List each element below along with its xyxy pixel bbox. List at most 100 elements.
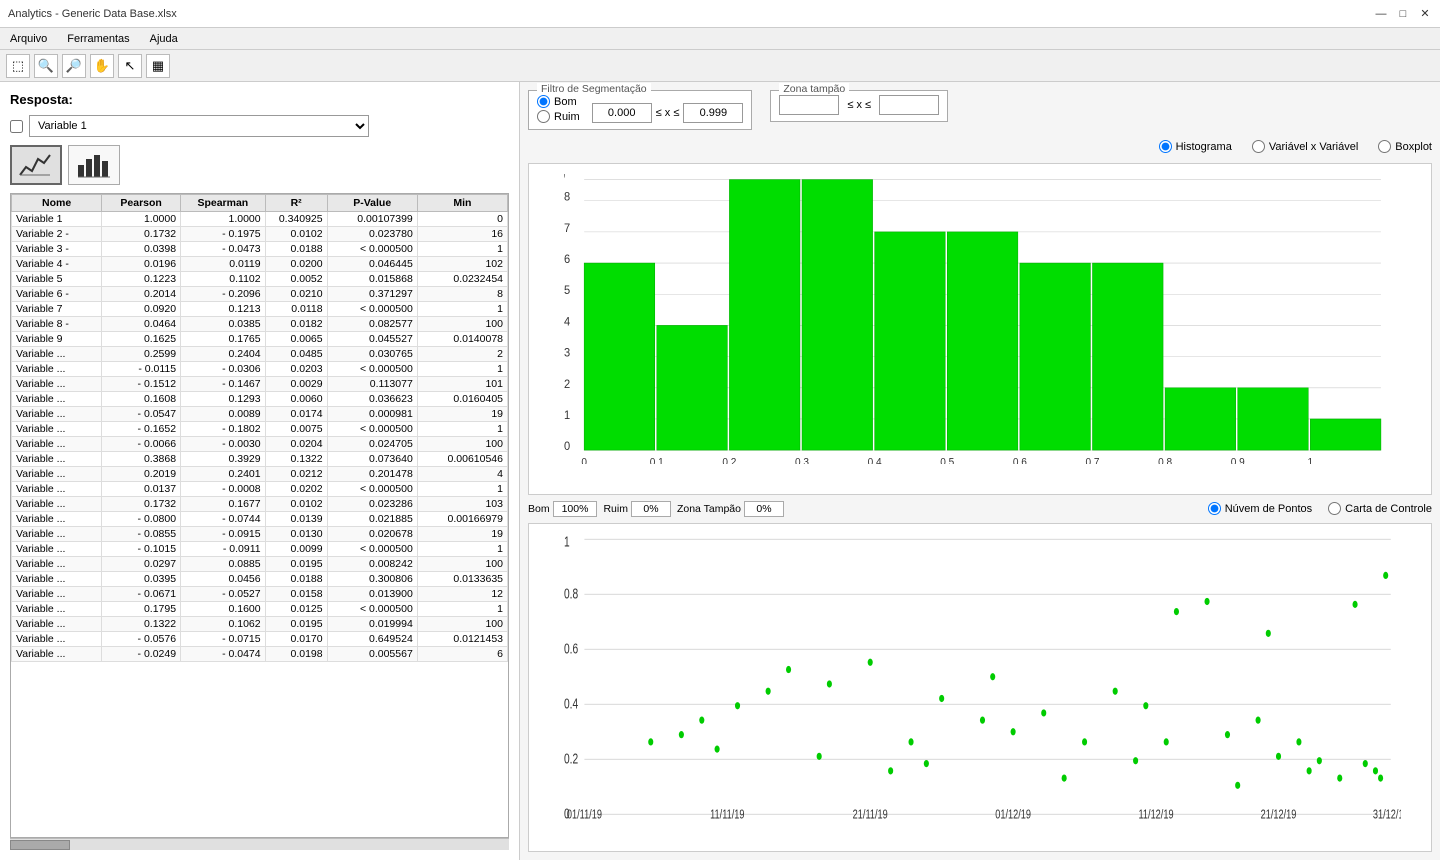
svg-text:4: 4 [564, 315, 571, 329]
svg-text:0: 0 [564, 440, 571, 454]
table-row[interactable]: Variable ...- 0.1652- 0.18020.0075< 0.00… [12, 422, 508, 437]
variable-checkbox[interactable] [10, 120, 23, 133]
radio-variavel-x-variavel[interactable]: Variável x Variável [1252, 140, 1358, 153]
svg-text:11/12/19: 11/12/19 [1138, 808, 1173, 821]
svg-text:3: 3 [564, 346, 570, 360]
svg-text:0: 0 [581, 456, 587, 463]
table-row[interactable]: Variable 8 -0.04640.03850.01820.08257710… [12, 317, 508, 332]
radio-nuvem-pontos[interactable]: Núvem de Pontos [1208, 502, 1312, 515]
toolbar-zoom-in-btn[interactable]: 🔍 [34, 54, 58, 78]
svg-text:8: 8 [564, 190, 570, 204]
radio-bom[interactable] [537, 95, 550, 108]
table-row[interactable]: Variable ...- 0.0066- 0.00300.02040.0247… [12, 437, 508, 452]
bar-chart-icon-btn[interactable] [68, 145, 120, 185]
filter-min-input[interactable] [592, 103, 652, 123]
toolbar-cursor-btn[interactable]: ⬚ [6, 54, 30, 78]
col-header-spearman: Spearman [181, 195, 266, 212]
menu-arquivo[interactable]: Arquivo [0, 31, 57, 47]
radio-ruim[interactable] [537, 110, 550, 123]
table-row[interactable]: Variable 70.09200.12130.0118< 0.0005001 [12, 302, 508, 317]
variable-dropdown[interactable]: Variable 1 [29, 115, 369, 137]
table-row[interactable]: Variable 2 -0.1732- 0.19750.01020.023780… [12, 227, 508, 242]
svg-text:21/12/19: 21/12/19 [1261, 808, 1297, 821]
table-row[interactable]: Variable 6 -0.2014- 0.20960.02100.371297… [12, 287, 508, 302]
radio-carta-controle[interactable]: Carta de Controle [1328, 502, 1432, 515]
table-row[interactable]: Variable ...0.20190.24010.02120.2014784 [12, 467, 508, 482]
svg-text:5: 5 [564, 284, 570, 298]
radio-histograma[interactable]: Histograma [1159, 140, 1232, 153]
table-row[interactable]: Variable ...0.17320.16770.01020.02328610… [12, 497, 508, 512]
svg-text:0.5: 0.5 [940, 456, 954, 463]
zona-label: Zona Tampão [677, 503, 741, 515]
bar-7 [1092, 263, 1163, 450]
bottom-controls: Bom 100% Ruim 0% Zona Tampão 0% Núvem de… [528, 501, 1432, 517]
table-row[interactable]: Variable ...0.13220.10620.01950.01999410… [12, 617, 508, 632]
filter-max-input[interactable] [683, 103, 743, 123]
menu-ajuda[interactable]: Ajuda [140, 31, 188, 47]
menu-ferramentas[interactable]: Ferramentas [57, 31, 139, 47]
svg-text:0.4: 0.4 [868, 456, 882, 463]
svg-text:0.8: 0.8 [564, 585, 578, 601]
col-header-nome: Nome [12, 195, 102, 212]
table-row[interactable]: Variable 90.16250.17650.00650.0455270.01… [12, 332, 508, 347]
radio-bom-row: Bom [537, 95, 580, 108]
col-header-pearson: Pearson [102, 195, 181, 212]
zona-title: Zona tampão [779, 83, 849, 95]
table-row[interactable]: Variable ...- 0.0855- 0.09150.01300.0206… [12, 527, 508, 542]
radio-ruim-label: Ruim [554, 111, 580, 123]
table-scrollbar[interactable] [10, 838, 509, 850]
toolbar-grid-btn[interactable]: ▦ [146, 54, 170, 78]
zona-op: ≤ x ≤ [847, 99, 871, 111]
close-button[interactable]: ✕ [1418, 7, 1432, 21]
table-row[interactable]: Variable ...0.0137- 0.00080.0202< 0.0005… [12, 482, 508, 497]
radio-boxplot[interactable]: Boxplot [1378, 140, 1432, 153]
data-table-container[interactable]: Nome Pearson Spearman R² P-Value Min Var… [10, 193, 509, 838]
zona-max-input[interactable] [879, 95, 939, 115]
minimize-button[interactable]: — [1374, 7, 1388, 21]
svg-text:01/12/19: 01/12/19 [995, 808, 1031, 821]
toolbar: ⬚ 🔍 🔎 ✋ ↖ ▦ [0, 50, 1440, 82]
svg-text:21/11/19: 21/11/19 [853, 808, 888, 821]
table-row[interactable]: Variable ...- 0.0115- 0.03060.0203< 0.00… [12, 362, 508, 377]
ruim-label: Ruim [603, 503, 628, 515]
maximize-button[interactable]: □ [1396, 7, 1410, 21]
table-row[interactable]: Variable ...- 0.0671- 0.05270.01580.0139… [12, 587, 508, 602]
table-row[interactable]: Variable ...0.16080.12930.00600.0366230.… [12, 392, 508, 407]
table-row[interactable]: Variable ...- 0.05470.00890.01740.000981… [12, 407, 508, 422]
table-row[interactable]: Variable 11.00001.00000.3409250.00107399… [12, 212, 508, 227]
table-row[interactable]: Variable 3 -0.0398- 0.04730.0188< 0.0005… [12, 242, 508, 257]
table-row[interactable]: Variable ...- 0.1512- 0.14670.00290.1130… [12, 377, 508, 392]
main-content: Resposta: Variable 1 [0, 82, 1440, 860]
ruim-value: 0% [631, 501, 671, 517]
left-panel: Resposta: Variable 1 [0, 82, 520, 860]
resposta-label: Resposta: [10, 92, 509, 107]
line-chart-icon-btn[interactable] [10, 145, 62, 185]
table-row[interactable]: Variable ...- 0.0249- 0.04740.01980.0055… [12, 647, 508, 662]
bar-10 [1310, 419, 1381, 450]
table-row[interactable]: Variable ...0.02970.08850.01950.00824210… [12, 557, 508, 572]
svg-text:11/11/19: 11/11/19 [710, 808, 744, 821]
svg-text:0.2: 0.2 [722, 456, 736, 463]
table-row[interactable]: Variable ...- 0.0800- 0.07440.01390.0218… [12, 512, 508, 527]
svg-text:7: 7 [564, 221, 570, 235]
col-header-min: Min [417, 195, 507, 212]
table-row[interactable]: Variable ...0.17950.16000.0125< 0.000500… [12, 602, 508, 617]
table-row[interactable]: Variable ...- 0.0576- 0.07150.01700.6495… [12, 632, 508, 647]
table-row[interactable]: Variable 50.12230.11020.00520.0158680.02… [12, 272, 508, 287]
stats-row: Bom 100% Ruim 0% Zona Tampão 0% [528, 501, 784, 517]
scatter-container: 0 0.2 0.4 0.6 0.8 1 [528, 523, 1432, 853]
scroll-thumb[interactable] [10, 840, 70, 850]
toolbar-select-btn[interactable]: ↖ [118, 54, 142, 78]
variable-row: Variable 1 [10, 115, 509, 137]
menu-bar: Arquivo Ferramentas Ajuda [0, 28, 1440, 50]
zona-min-input[interactable] [779, 95, 839, 115]
table-row[interactable]: Variable 4 -0.01960.01190.02000.04644510… [12, 257, 508, 272]
table-row[interactable]: Variable ...0.38680.39290.13220.0736400.… [12, 452, 508, 467]
table-row[interactable]: Variable ...0.03950.04560.01880.3008060.… [12, 572, 508, 587]
table-row[interactable]: Variable ...0.25990.24040.04850.0307652 [12, 347, 508, 362]
toolbar-zoom-out-btn[interactable]: 🔎 [62, 54, 86, 78]
radio-bom-label: Bom [554, 96, 577, 108]
svg-text:31/12/19: 31/12/19 [1373, 808, 1401, 821]
toolbar-pan-btn[interactable]: ✋ [90, 54, 114, 78]
table-row[interactable]: Variable ...- 0.1015- 0.09110.0099< 0.00… [12, 542, 508, 557]
